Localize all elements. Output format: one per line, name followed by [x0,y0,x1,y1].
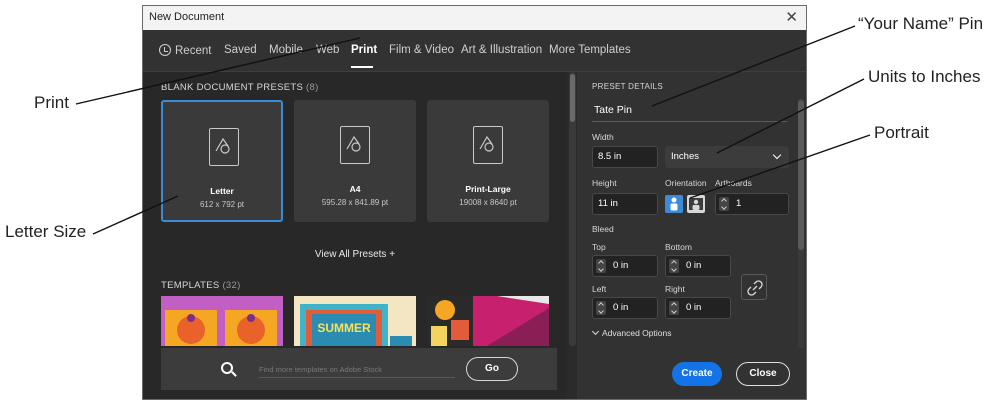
active-tab-indicator [351,66,373,68]
bleed-left-label: Left [592,284,607,294]
clock-icon [159,44,171,56]
template-thumbnail[interactable] [427,296,549,346]
stock-search-bar: Go [161,348,557,390]
bleed-left-stepper[interactable] [596,301,606,315]
annotation-letter-size: Letter Size [5,222,87,241]
close-icon[interactable]: ✕ [785,8,798,26]
artboards-label: Artboards [715,178,752,188]
tab-more-templates[interactable]: More Templates [549,44,631,56]
height-field[interactable]: 11 in [592,193,658,215]
preset-name: A4 [349,184,361,194]
link-bleed-button[interactable] [741,274,767,300]
units-value: Inches [671,151,699,162]
document-name-field[interactable]: Tate Pin [592,100,787,122]
width-label: Width [592,132,614,142]
templates-count: (32) [222,280,241,291]
chevron-down-icon [772,150,782,160]
height-label: Height [592,178,617,188]
details-scrollbar[interactable] [798,98,804,350]
window-title: New Document [149,11,225,23]
preset-details-panel: PRESET DETAILS Tate Pin Width 8.5 in Inc… [577,72,806,399]
bleed-bottom-field[interactable]: 0 in [665,255,731,277]
orientation-label: Orientation [665,178,707,188]
advanced-options-label: Advanced Options [602,328,672,338]
bleed-right-value: 0 in [686,302,702,313]
bleed-right-label: Right [665,284,685,294]
blank-presets-count: (8) [306,82,319,93]
bleed-bottom-value: 0 in [686,260,702,271]
tab-recent-label: Recent [175,45,212,57]
units-dropdown[interactable]: Inches [665,146,789,168]
template-summer-text: SUMMER [317,321,371,335]
preset-name: Letter [210,186,234,196]
title-bar: New Document ✕ [143,6,806,30]
bleed-top-field[interactable]: 0 in [592,255,658,277]
preset-print-large[interactable]: Print-Large 19008 x 8640 pt [427,100,549,222]
scrollbar-thumb[interactable] [570,74,575,122]
preset-size: 612 x 792 pt [199,200,245,209]
dialog-footer: Create Close [577,348,806,399]
portrait-orientation-button[interactable] [665,195,683,213]
portrait-icon [670,197,678,211]
link-icon [747,280,763,296]
annotation-print: Print [34,93,69,112]
close-button[interactable]: Close [736,362,790,386]
landscape-orientation-button[interactable] [687,195,705,213]
chevron-down-icon [591,327,600,336]
new-document-dialog: New Document ✕ Recent Saved Mobile Web P… [142,5,807,400]
search-icon [221,362,233,374]
preset-letter[interactable]: Letter 612 x 792 pt [161,100,283,222]
document-icon [340,126,370,164]
preset-size: 595.28 x 841.89 pt [321,198,389,207]
landscape-icon [689,198,703,210]
document-icon [209,128,239,166]
tab-film-video[interactable]: Film & Video [389,44,454,56]
annotation-your-name-pin: “Your Name” Pin [858,14,984,33]
presets-scrollbar[interactable] [569,72,576,346]
templates-heading: TEMPLATES (32) [161,280,241,291]
preset-name: Print-Large [465,184,511,194]
blank-presets-heading: BLANK DOCUMENT PRESETS (8) [161,82,319,93]
category-tabs: Recent Saved Mobile Web Print Film & Vid… [143,30,806,72]
bleed-top-label: Top [592,242,606,252]
bleed-label: Bleed [592,224,614,234]
artboards-stepper[interactable] [719,197,729,211]
tab-print[interactable]: Print [351,44,377,56]
bleed-left-value: 0 in [613,302,629,313]
tab-saved[interactable]: Saved [224,44,257,56]
template-thumbnail[interactable]: SUMMER [294,296,416,346]
preset-size: 19008 x 8640 pt [459,198,517,207]
template-thumbnail[interactable] [161,296,283,346]
bleed-top-stepper[interactable] [596,259,606,273]
presets-panel: BLANK DOCUMENT PRESETS (8) Letter 612 x … [143,72,567,399]
artboards-value: 1 [736,198,742,209]
blank-presets-title: BLANK DOCUMENT PRESETS [161,82,304,93]
stock-search-input[interactable] [259,362,455,378]
bleed-bottom-stepper[interactable] [669,259,679,273]
bleed-top-value: 0 in [613,260,629,271]
view-all-presets-link[interactable]: View All Presets + [143,249,567,260]
tab-recent[interactable]: Recent [159,44,211,57]
width-field[interactable]: 8.5 in [592,146,658,168]
preset-a4[interactable]: A4 595.28 x 841.89 pt [294,100,416,222]
create-button[interactable]: Create [672,362,722,386]
scrollbar-thumb[interactable] [798,100,804,250]
annotation-portrait: Portrait [874,123,929,142]
advanced-options-toggle[interactable]: Advanced Options [591,327,672,338]
artboards-field[interactable]: 1 [715,193,789,215]
document-icon [473,126,503,164]
bleed-right-field[interactable]: 0 in [665,297,731,319]
templates-title: TEMPLATES [161,280,220,291]
preset-details-title: PRESET DETAILS [592,82,664,91]
tab-web[interactable]: Web [316,44,339,56]
go-button[interactable]: Go [466,357,518,381]
bleed-right-stepper[interactable] [669,301,679,315]
annotation-units-to-inches: Units to Inches [868,67,981,86]
bleed-bottom-label: Bottom [665,242,692,252]
tab-mobile[interactable]: Mobile [269,44,303,56]
bleed-left-field[interactable]: 0 in [592,297,658,319]
tab-art-illustration[interactable]: Art & Illustration [461,44,542,56]
